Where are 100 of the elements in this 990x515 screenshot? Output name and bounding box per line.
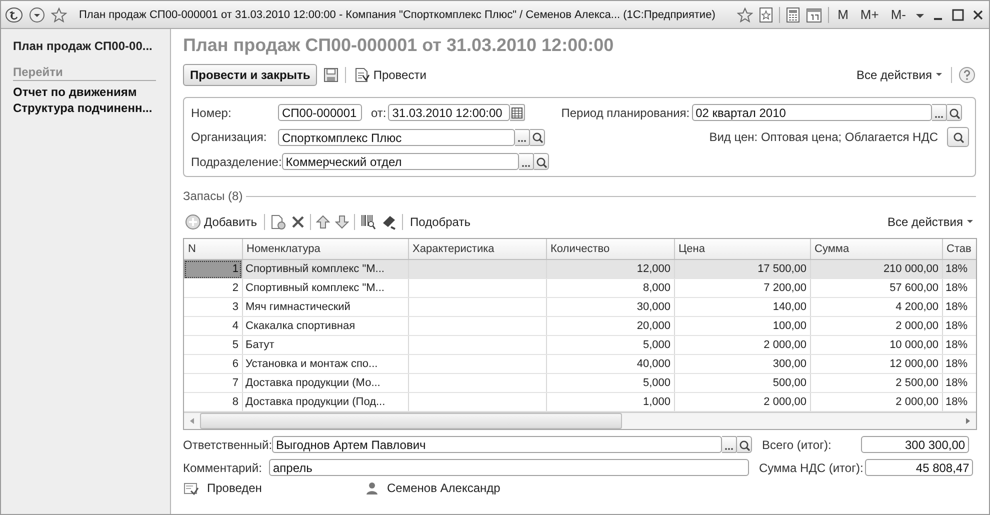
table-cell: 210 000,00 <box>810 260 942 278</box>
table-row[interactable]: 1 Спортивный комплекс "М... 12,000 17 500,00 210 000,00 18% <box>184 260 976 278</box>
table-cell: 30,000 <box>546 298 674 316</box>
table-cell: 3 <box>184 298 242 316</box>
table-row[interactable]: 3 Мяч гимнастический 30,000 140,00 4 200,00 18% <box>184 298 976 316</box>
table-cell: 2 000,00 <box>674 336 810 354</box>
table-cell: 12 000,00 <box>810 354 942 374</box>
table-cell: Батут <box>242 336 408 354</box>
field-label: Организация: <box>191 130 268 144</box>
input-field[interactable]: Спорткомплекс Плюс <box>278 128 515 146</box>
select-button[interactable] <box>515 128 530 146</box>
table-cell: Скакалка спортивная <box>242 316 408 336</box>
caret-icon <box>935 71 943 79</box>
search-button[interactable] <box>737 436 752 453</box>
section-header: Перейти <box>13 65 156 81</box>
input-field[interactable]: 02 квартал 2010 <box>692 104 932 121</box>
input-field[interactable]: 31.03.2010 12:00:00 <box>388 104 510 121</box>
search-icon <box>738 438 750 450</box>
barcode-search-icon[interactable] <box>360 214 376 230</box>
table-cell: 300,00 <box>674 354 810 374</box>
close-icon[interactable] <box>971 8 985 22</box>
field-label: Подразделение: <box>191 154 282 168</box>
table-cell: Мяч гимнастический <box>242 298 408 316</box>
scroll-right-icon[interactable] <box>964 417 972 425</box>
search-icon <box>952 131 964 143</box>
total-field: 45 808,47 <box>865 459 974 476</box>
move-up-icon[interactable] <box>316 215 330 229</box>
column-header[interactable]: Количество <box>546 239 674 260</box>
group-title: Запасы (8) <box>183 189 243 203</box>
table-row[interactable]: 4 Скакалка спортивная 20,000 100,00 2 000,00 18% <box>184 316 976 336</box>
field-label: Сумма НДС (итог): <box>759 460 864 474</box>
help-icon[interactable] <box>958 66 976 84</box>
column-header[interactable]: Став <box>942 239 976 260</box>
select-button[interactable] <box>518 153 534 170</box>
table-cell: 7 200,00 <box>674 278 810 298</box>
field-label: Ответственный: <box>183 438 272 452</box>
table-cell: 18% <box>942 298 976 316</box>
input-field[interactable]: СП00-000001 <box>278 104 362 121</box>
table-cell: Установка и монтаж спо... <box>242 354 408 374</box>
bookmark-star-icon[interactable] <box>758 6 773 22</box>
copy-icon[interactable] <box>270 214 286 230</box>
select-button[interactable] <box>722 436 738 453</box>
column-header[interactable]: Номенклатура <box>242 239 408 260</box>
table-cell: 4 200,00 <box>810 298 942 316</box>
table-row[interactable]: 5 Батут 5,000 2 000,00 10 000,00 18% <box>184 336 976 354</box>
search-button[interactable] <box>530 128 545 146</box>
add-button[interactable]: Добавить <box>183 214 260 230</box>
calendar-icon[interactable] <box>806 6 822 22</box>
input-field[interactable]: апрель <box>269 459 749 476</box>
table-cell: 18% <box>942 354 976 374</box>
pick-button[interactable]: Подобрать <box>408 215 472 229</box>
app-logo-icon[interactable] <box>5 6 23 22</box>
table-cell: 100,00 <box>674 316 810 336</box>
column-header[interactable]: Цена <box>674 239 810 260</box>
table-cell: 500,00 <box>674 374 810 392</box>
table-row[interactable]: 7 Доставка продукции (Мо... 5,000 500,00 2 500,00 18% <box>184 374 976 392</box>
calculator-icon[interactable] <box>786 6 800 22</box>
save-icon[interactable] <box>323 67 340 83</box>
delete-icon[interactable] <box>291 215 306 229</box>
memory-button[interactable]: M+ <box>857 7 882 22</box>
search-button[interactable] <box>534 153 549 170</box>
search-button[interactable] <box>946 104 962 121</box>
table-cell: 2 <box>184 278 242 298</box>
all-actions-menu[interactable]: Все действия <box>854 68 945 82</box>
caret-icon <box>966 218 974 226</box>
input-field[interactable]: Выгоднов Артем Павлович <box>272 436 722 453</box>
maximize-icon[interactable] <box>951 8 965 22</box>
calendar-button[interactable] <box>510 104 526 121</box>
move-down-icon[interactable] <box>335 215 350 229</box>
table-cell: 18% <box>942 260 976 278</box>
star-icon[interactable] <box>736 6 753 22</box>
menu-dropdown-icon[interactable] <box>29 6 45 22</box>
table-cell: 18% <box>942 374 976 392</box>
post-close-button[interactable]: Провести и закрыть <box>183 64 318 86</box>
table-cell: Доставка продукции (Мо... <box>242 374 408 392</box>
star-icon[interactable] <box>51 6 67 22</box>
memory-button[interactable]: M- <box>888 7 909 22</box>
field-label: Всего (итог): <box>762 438 832 452</box>
sidebar-link[interactable]: Отчет по движениям <box>13 84 156 100</box>
table-row[interactable]: 2 Спортивный комплекс "М... 8,000 7 200,00 57 600,00 18% <box>184 278 976 298</box>
scroll-left-icon[interactable] <box>188 417 196 425</box>
input-field[interactable]: Коммерческий отдел <box>282 153 519 170</box>
sidebar-link[interactable]: Структура подчиненн... <box>13 100 156 116</box>
horizontal-scrollbar[interactable] <box>184 412 976 429</box>
select-button[interactable] <box>932 104 947 121</box>
post-button[interactable]: Провести <box>352 67 428 83</box>
author-name: Семенов Александр <box>387 481 500 495</box>
table-row[interactable]: 6 Установка и монтаж спо... 40,000 300,00 12 000,00 18% <box>184 354 976 374</box>
search-button[interactable] <box>947 127 969 147</box>
table-cell: 57 600,00 <box>810 278 942 298</box>
column-header[interactable]: Сумма <box>810 239 942 260</box>
scanner-icon[interactable] <box>381 214 398 230</box>
column-header[interactable]: N <box>184 239 242 260</box>
table-cell: 140,00 <box>674 298 810 316</box>
table-cell: 4 <box>184 316 242 336</box>
all-actions-menu[interactable]: Все действия <box>886 215 976 229</box>
memory-button[interactable]: M <box>834 7 852 22</box>
search-icon <box>534 156 547 168</box>
table-cell: Спортивный комплекс "М... <box>242 278 408 298</box>
column-header[interactable]: Характеристика <box>408 239 546 260</box>
